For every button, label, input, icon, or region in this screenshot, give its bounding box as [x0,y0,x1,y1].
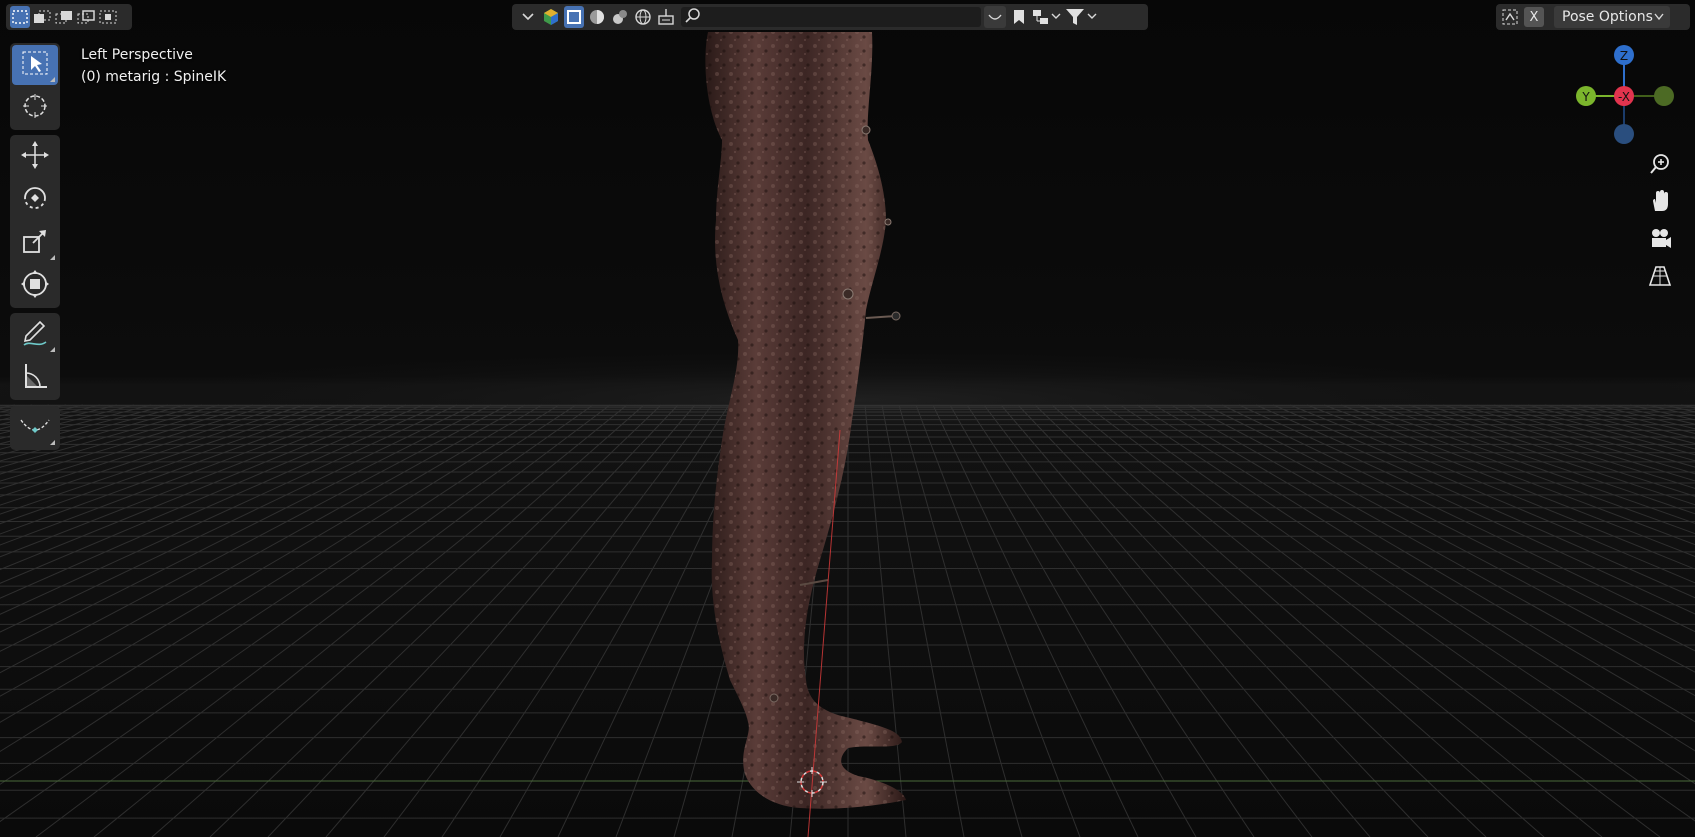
pose-curve-icon [18,414,52,442]
viewport-scene [0,0,1695,837]
chevron-down-icon [1654,9,1664,25]
search-input[interactable] [701,7,981,27]
cursor-select-icon [21,50,49,80]
gizmo-neg-y-axis [1654,86,1674,106]
scale-icon [21,227,49,259]
select-intersect-icon[interactable] [98,6,118,28]
select-extend-icon[interactable] [32,6,52,28]
pose-header: X Pose Options [1496,4,1690,30]
annotate-pencil-icon [20,318,50,352]
relax-pose-tool[interactable] [12,408,58,448]
close-x-button[interactable]: X [1524,7,1544,27]
zoom-icon[interactable] [1644,148,1676,180]
viewport-info: Left Perspective (0) metarig : SpineIK [81,44,226,88]
toolbar-group-transform [10,135,60,308]
transform-icon [20,269,50,303]
filter-icon[interactable] [1065,6,1097,28]
rotate-icon [20,183,50,217]
toolbar-group-select [10,43,60,130]
toolbar-group-annotate [10,313,60,400]
3d-viewport[interactable] [0,0,1695,837]
cursor-tool[interactable] [12,88,58,128]
pan-hand-icon[interactable] [1644,185,1676,217]
3d-cursor-icon [21,92,49,124]
measure-ruler-icon [20,361,50,395]
search-icon [685,7,701,27]
perspective-grid-icon[interactable] [1644,260,1676,292]
material-preview-icon[interactable] [587,6,607,28]
rendered-shading-icon[interactable] [610,6,630,28]
pose-options-dropdown[interactable]: Pose Options [1554,6,1670,28]
solid-shading-icon[interactable] [564,6,584,28]
overlays-icon[interactable] [656,6,676,28]
sync-pose-icon[interactable] [1500,6,1520,28]
transform-tool[interactable] [12,266,58,306]
view-name: Left Perspective [81,47,193,63]
camera-view-icon[interactable] [1644,223,1676,255]
bookmark-icon[interactable] [1009,6,1029,28]
active-object-context: (0) metarig : SpineIK [81,69,227,85]
gizmo-y-label: Y [1581,90,1590,104]
select-mode-bar [6,4,132,30]
wireframe-sphere-icon[interactable] [633,6,653,28]
gizmo-neg-z-axis [1614,124,1634,144]
move-tool[interactable] [12,137,58,177]
select-invert-icon[interactable] [76,6,96,28]
gizmo-z-label: Z [1620,49,1628,63]
move-arrows-icon [20,140,50,174]
scale-tool[interactable] [12,223,58,263]
toolbar-group-pose [10,406,60,450]
select-subtract-icon[interactable] [54,6,74,28]
measure-tool[interactable] [12,358,58,398]
annotate-tool[interactable] [12,315,58,355]
select-box-tool[interactable] [12,45,58,85]
pose-options-label: Pose Options [1562,9,1653,25]
gizmo-x-label: -X [1618,90,1630,104]
viewport-header [512,4,1148,30]
select-set-icon[interactable] [10,6,30,28]
search-field[interactable] [681,7,981,27]
chevron-down-icon[interactable] [518,6,538,28]
curve-toggle-icon[interactable] [984,6,1006,28]
object-type-visibility-icon[interactable] [541,6,561,28]
navigation-gizmo[interactable]: Z Y -X [1570,40,1690,150]
rotate-tool[interactable] [12,180,58,220]
hierarchy-icon[interactable] [1032,6,1062,28]
